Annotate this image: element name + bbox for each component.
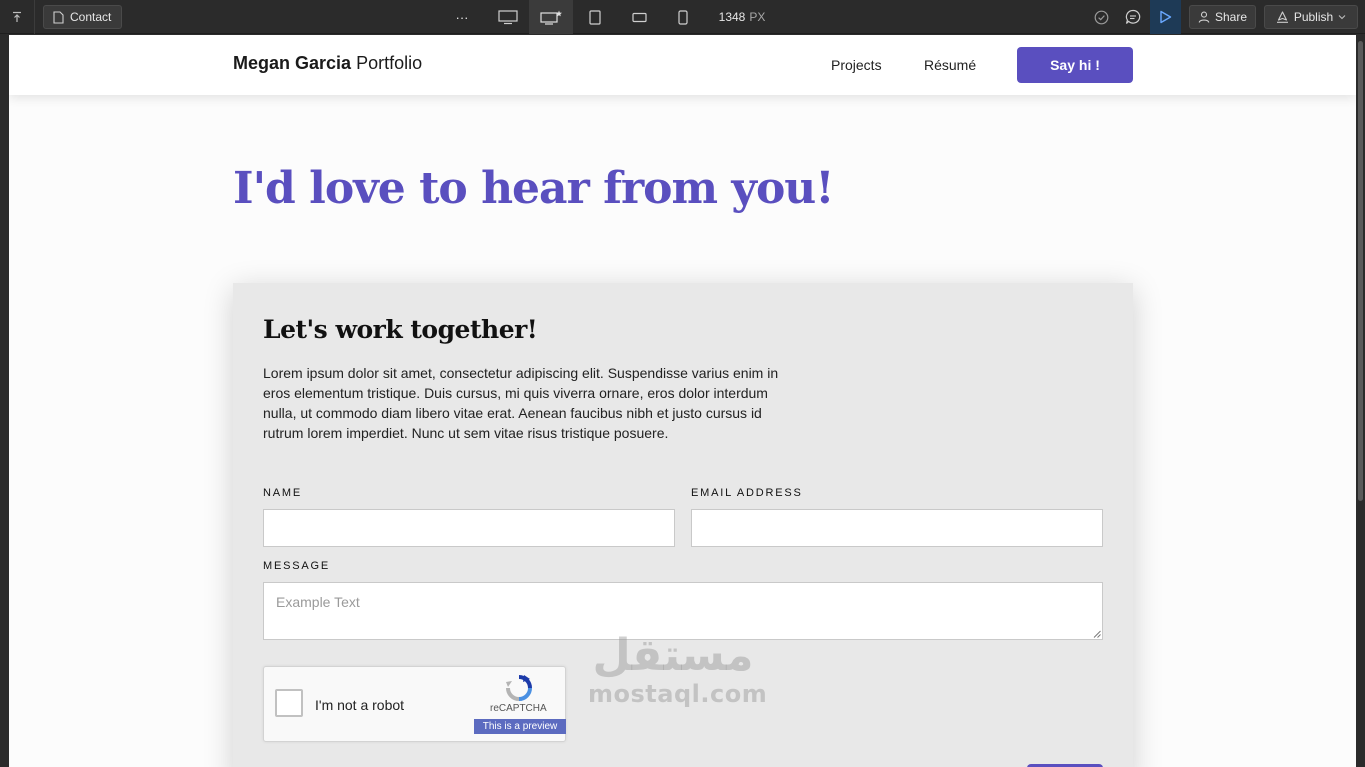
name-label: NAME (263, 487, 302, 499)
breakpoint-mobile-landscape[interactable] (627, 0, 651, 34)
nav-link-resume[interactable]: Résumé (924, 57, 976, 73)
recaptcha-logo-icon (506, 675, 532, 701)
message-placeholder: Example Text (276, 594, 360, 610)
recaptcha-checkbox[interactable] (275, 689, 303, 717)
editor-toolbar: Contact ··· 1348 PX Share Publish (0, 0, 1365, 34)
comments-button[interactable] (1122, 0, 1144, 34)
recaptcha-label: I'm not a robot (315, 697, 405, 713)
preview-button[interactable] (1150, 0, 1181, 34)
breakpoint-desktop[interactable] (487, 0, 529, 34)
publish-label: Publish (1293, 10, 1334, 24)
chevron-down-icon (1338, 15, 1346, 20)
canvas-width-value: 1348 (718, 10, 746, 24)
checklist-button[interactable] (1090, 0, 1112, 34)
watermark-arabic: مستقل (592, 630, 754, 681)
recaptcha-brand: reCAPTCHA (490, 703, 547, 714)
tablet-icon (589, 9, 601, 25)
page-selector[interactable]: Contact (43, 5, 122, 29)
scrollbar-thumb[interactable] (1358, 41, 1363, 501)
breakpoint-mobile-portrait[interactable] (671, 0, 695, 34)
user-icon (1198, 11, 1210, 23)
more-options-label: ··· (455, 9, 469, 25)
resize-handle-icon[interactable] (1093, 630, 1101, 638)
more-options-button[interactable]: ··· (450, 0, 474, 34)
breakpoint-desktop-base[interactable] (529, 0, 573, 34)
say-hi-button[interactable]: Say hi ! (1017, 47, 1133, 83)
recaptcha-widget: I'm not a robot reCAPTCHA This is a prev… (263, 666, 566, 742)
desktop-star-icon (540, 10, 562, 25)
canvas-width-unit: PX (749, 10, 766, 24)
email-label: EMAIL ADDRESS (691, 487, 803, 499)
watermark: مستقل mostaql.com (588, 630, 768, 708)
arrow-up-to-line-icon (13, 11, 21, 22)
recaptcha-preview-note: This is a preview (474, 719, 566, 734)
breakpoint-tablet[interactable] (583, 0, 607, 34)
publish-button[interactable]: Publish (1264, 5, 1358, 29)
brand-suffix: Portfolio (356, 53, 423, 73)
canvas-scrollbar[interactable] (1357, 35, 1365, 767)
check-circle-icon (1094, 10, 1108, 24)
brand-name: Megan Garcia (233, 53, 352, 73)
watermark-latin: mostaql.com (588, 680, 768, 708)
message-label: MESSAGE (263, 560, 331, 572)
contact-title: Let's work together! (263, 315, 538, 344)
comment-icon (1125, 9, 1141, 24)
mobile-landscape-icon (631, 12, 647, 22)
canvas-width-readout[interactable]: 1348 PX (712, 0, 772, 34)
rocket-icon (1276, 11, 1288, 23)
share-button[interactable]: Share (1189, 5, 1256, 29)
page-icon (53, 10, 64, 24)
toolbar-divider (34, 0, 35, 34)
name-field[interactable] (263, 509, 675, 547)
brand-logo[interactable]: Megan Garcia Portfolio (233, 53, 422, 74)
page-name: Contact (70, 10, 112, 24)
mobile-portrait-icon (678, 9, 688, 25)
contact-description: Lorem ipsum dolor sit amet, consectetur … (263, 365, 779, 441)
play-icon (1160, 10, 1172, 24)
hero-title: I'd love to hear from you! (233, 163, 835, 214)
desktop-icon (498, 9, 518, 24)
collapse-button[interactable] (0, 0, 34, 34)
email-field[interactable] (691, 509, 1103, 547)
share-label: Share (1214, 10, 1248, 24)
nav-link-projects[interactable]: Projects (831, 57, 882, 73)
site-navbar: Megan Garcia Portfolio Projects Résumé S… (9, 35, 1356, 95)
